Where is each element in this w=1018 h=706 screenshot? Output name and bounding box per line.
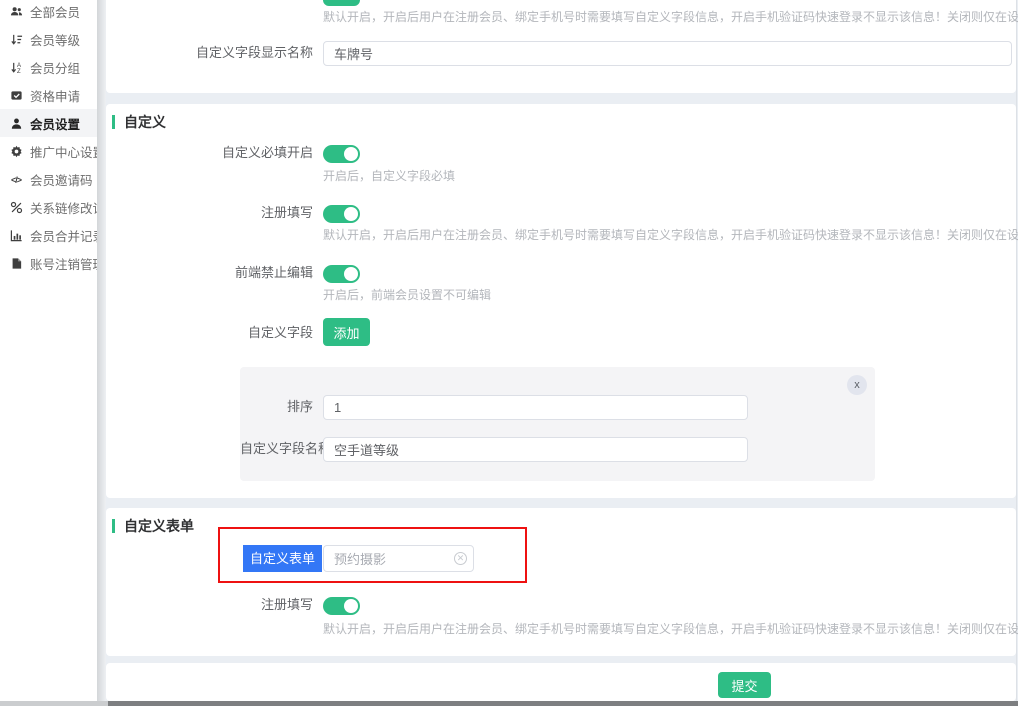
remove-field-button[interactable]: x bbox=[847, 375, 867, 395]
custom-field-card: x 排序 自定义字段名称 bbox=[240, 367, 875, 481]
custom-form-input-wrap: ✕ bbox=[323, 545, 474, 572]
register-hint-text: 默认开启，开启后用户在注册会员、绑定手机号时需要填写自定义字段信息，开启手机验证… bbox=[323, 10, 1018, 25]
sidebar-item-promotion-settings[interactable]: 推广中心设置 bbox=[0, 137, 97, 165]
register-toggle-hint: 默认开启，开启后用户在注册会员、绑定手机号时需要填写自定义字段信息，开启手机验证… bbox=[323, 228, 1018, 243]
custom-form-input[interactable] bbox=[323, 545, 474, 572]
required-toggle[interactable] bbox=[323, 145, 360, 163]
gear-icon bbox=[9, 145, 23, 159]
main-content: 默认开启，开启后用户在注册会员、绑定手机号时需要填写自定义字段信息，开启手机验证… bbox=[106, 0, 1017, 701]
sidebar: 全部会员 会员等级 AZ 会员分组 资格申请 会员设置 bbox=[0, 0, 97, 701]
sidebar-item-merge-log[interactable]: 会员合并记录 bbox=[0, 222, 97, 250]
member-icon bbox=[9, 116, 23, 130]
sidebar-item-label: 会员设置 bbox=[30, 114, 80, 133]
sidebar-item-label: 资格申请 bbox=[30, 86, 80, 105]
custom-section-panel: 自定义 自定义必填开启 开启后，自定义字段必填 注册填写 默认开启，开启后用户在… bbox=[106, 104, 1016, 498]
sidebar-item-label: 会员等级 bbox=[30, 30, 80, 49]
register-toggle-label: 注册填写 bbox=[106, 596, 313, 614]
toggle-knob bbox=[344, 147, 358, 161]
sidebar-item-label: 会员邀请码 bbox=[30, 170, 93, 189]
horizontal-scrollbar-thumb[interactable] bbox=[108, 701, 1018, 706]
toggle-knob bbox=[344, 267, 358, 281]
sidebar-item-label: 会员合并记录 bbox=[30, 226, 105, 245]
clear-input-icon[interactable]: ✕ bbox=[454, 552, 467, 565]
toggle-knob bbox=[344, 599, 358, 613]
form-register-toggle[interactable] bbox=[323, 597, 360, 615]
qualification-icon bbox=[9, 88, 23, 102]
form-label-selected: 自定义表单 bbox=[243, 545, 322, 572]
sidebar-item-label: 全部会员 bbox=[30, 2, 80, 21]
sidebar-item-account-cancel[interactable]: 账号注销管理 bbox=[0, 250, 97, 278]
display-name-panel: 默认开启，开启后用户在注册会员、绑定手机号时需要填写自定义字段信息，开启手机验证… bbox=[106, 0, 1016, 93]
chart-icon bbox=[9, 229, 23, 243]
file-icon bbox=[9, 257, 23, 271]
sidebar-item-label: 会员分组 bbox=[30, 58, 80, 77]
sidebar-item-member-settings[interactable]: 会员设置 bbox=[0, 109, 97, 137]
svg-text:Z: Z bbox=[16, 69, 20, 74]
required-toggle-label: 自定义必填开启 bbox=[106, 144, 313, 162]
section-title-custom: 自定义 bbox=[112, 112, 166, 132]
form-register-hint: 默认开启，开启后用户在注册会员、绑定手机号时需要填写自定义字段信息，开启手机验证… bbox=[323, 622, 1018, 637]
frontend-toggle-hint: 开启后，前端会员设置不可编辑 bbox=[323, 288, 491, 303]
display-name-label: 自定义字段显示名称 bbox=[106, 44, 313, 62]
member-group-icon: AZ bbox=[9, 60, 23, 74]
sidebar-item-label: 账号注销管理 bbox=[30, 254, 105, 273]
vertical-scrollbar[interactable] bbox=[97, 0, 106, 701]
section-title-custom-form: 自定义表单 bbox=[112, 516, 194, 536]
display-name-input[interactable] bbox=[323, 41, 1012, 66]
custom-fields-label: 自定义字段 bbox=[106, 324, 313, 342]
chain-icon bbox=[9, 201, 23, 215]
required-toggle-hint: 开启后，自定义字段必填 bbox=[323, 169, 455, 184]
sidebar-menu: 全部会员 会员等级 AZ 会员分组 资格申请 会员设置 bbox=[0, 0, 97, 278]
field-name-input[interactable] bbox=[323, 437, 748, 462]
register-toggle[interactable] bbox=[323, 205, 360, 223]
toggle-knob bbox=[344, 207, 358, 221]
frontend-edit-toggle[interactable] bbox=[323, 265, 360, 283]
sidebar-item-invite-code[interactable]: </> 会员邀请码 bbox=[0, 166, 97, 194]
code-icon: </> bbox=[9, 173, 23, 187]
footer-panel: 提交 bbox=[106, 663, 1016, 701]
sort-label: 排序 bbox=[240, 398, 313, 416]
add-field-button[interactable]: 添加 bbox=[323, 318, 370, 346]
frontend-toggle-label: 前端禁止编辑 bbox=[106, 264, 313, 282]
sidebar-item-qualification[interactable]: 资格申请 bbox=[0, 81, 97, 109]
clipped-toggle[interactable] bbox=[323, 0, 360, 6]
section-accent-bar bbox=[112, 519, 115, 533]
sidebar-item-label: 推广中心设置 bbox=[30, 142, 105, 161]
sort-input[interactable] bbox=[323, 395, 748, 420]
sidebar-item-all-members[interactable]: 全部会员 bbox=[0, 0, 97, 25]
field-name-label: 自定义字段名称 bbox=[240, 440, 313, 458]
svg-text:A: A bbox=[16, 62, 20, 68]
custom-form-panel: 自定义表单 自定义表单 ✕ 注册填写 默认开启，开启后用户在注册会员、绑定手机号… bbox=[106, 508, 1016, 656]
sidebar-item-member-level[interactable]: 会员等级 bbox=[0, 25, 97, 53]
sidebar-item-member-group[interactable]: AZ 会员分组 bbox=[0, 53, 97, 81]
section-accent-bar bbox=[112, 115, 115, 129]
register-toggle-label: 注册填写 bbox=[106, 204, 313, 222]
users-icon bbox=[9, 4, 23, 18]
submit-button[interactable]: 提交 bbox=[718, 672, 771, 698]
member-level-icon bbox=[9, 32, 23, 46]
sidebar-item-relation-log[interactable]: 关系链修改记录 bbox=[0, 194, 97, 222]
